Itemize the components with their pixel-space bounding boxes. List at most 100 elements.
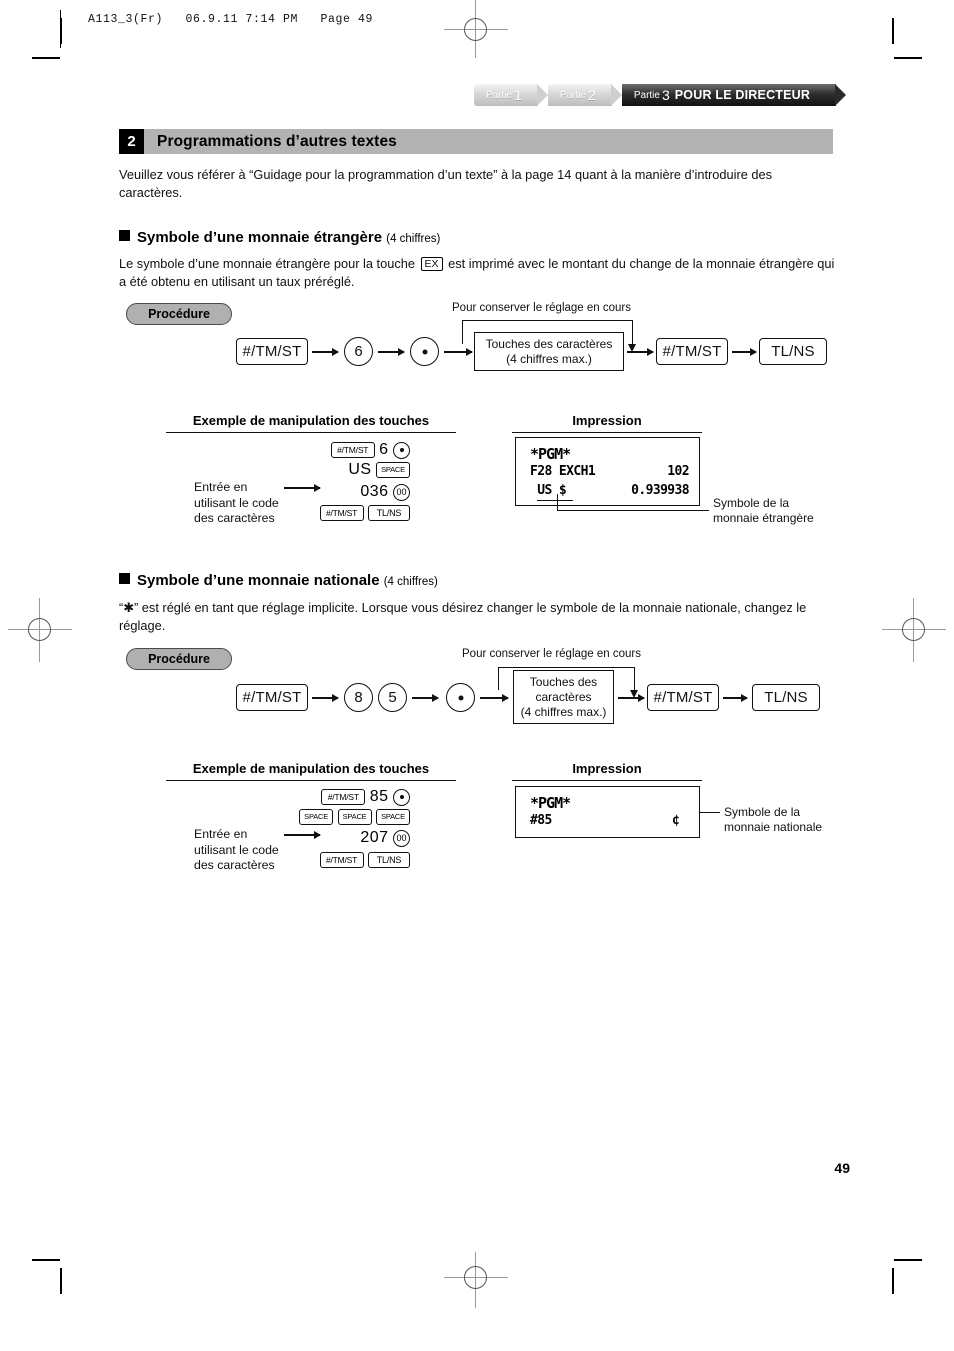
bypass-label-2: Pour conserver le réglage en cours bbox=[462, 648, 641, 660]
crop-mark-bottom-left-v bbox=[60, 1268, 62, 1294]
tab-partie-3-title: POUR LE DIRECTEUR bbox=[674, 88, 811, 102]
print-2-heading: Impression bbox=[572, 761, 642, 776]
registration-mark-top bbox=[444, 0, 508, 60]
crop-mark-bottom-right-v bbox=[892, 1268, 894, 1294]
flow2-arrow-4 bbox=[618, 697, 644, 699]
example-2-rule bbox=[166, 780, 456, 782]
crop-mark-bottom-right-h bbox=[894, 1259, 922, 1261]
callout-2-line-h bbox=[700, 812, 720, 814]
bullet-square-icon bbox=[119, 230, 130, 241]
flow2-arrow-5 bbox=[723, 697, 747, 699]
flow2-arrow-3 bbox=[480, 697, 508, 699]
example-2-code: 85 bbox=[369, 788, 389, 805]
part-tabs: Partie 1 Partie 2 Partie 3 POUR LE DIREC… bbox=[474, 84, 847, 106]
registration-mark-left bbox=[8, 598, 72, 662]
ex-key-icon: EX bbox=[420, 257, 443, 271]
flow2-arrow-2 bbox=[412, 697, 438, 699]
flow1-key-tmst-2[interactable]: #/TM/ST bbox=[656, 338, 728, 365]
section-number-badge: 2 bbox=[119, 129, 144, 154]
tab-partie-2-number: 2 bbox=[588, 87, 596, 103]
receipt-1-symbol-underline bbox=[537, 500, 573, 502]
subsection-1-heading: Symbole d’une monnaie étrangère (4 chiff… bbox=[119, 229, 440, 246]
flow2-arrow-1 bbox=[312, 697, 338, 699]
tab-partie-2-label: Partie bbox=[559, 89, 587, 101]
callout-1-label: Symbole de la monnaie étrangère bbox=[713, 496, 814, 525]
subsection-1-body: Le symbole d’une monnaie étrangère pour … bbox=[119, 255, 835, 290]
example-1-chars: US bbox=[348, 461, 372, 478]
flow1-charbox-line-2: (4 chiffres max.) bbox=[506, 351, 592, 366]
example-1-code: 6 bbox=[379, 441, 389, 458]
subsection-2-title: Symbole d’une monnaie nationale bbox=[137, 572, 380, 589]
procedure-pill-1: Procédure bbox=[126, 303, 232, 325]
crop-mark-top-right-v bbox=[892, 18, 894, 44]
receipt-1-line-2: F28 EXCH1 102 bbox=[530, 464, 690, 479]
print-1-heading: Impression bbox=[572, 413, 642, 428]
keycap-tmst[interactable]: #/TM/ST bbox=[330, 442, 375, 458]
tab-partie-3[interactable]: Partie 3 POUR LE DIRECTEUR bbox=[621, 84, 847, 106]
keycap-tmst-2[interactable]: #/TM/ST bbox=[319, 504, 364, 521]
keycap-tmst-4[interactable]: #/TM/ST bbox=[319, 851, 364, 868]
file-header: A113_3(Fr) 06.9.11 7:14 PM Page 49 bbox=[88, 13, 374, 26]
receipt-1-line-1: *PGM* bbox=[530, 445, 571, 463]
print-1-rule bbox=[512, 432, 702, 434]
flow1-key-6[interactable]: 6 bbox=[344, 337, 373, 366]
example-2-note: Entrée en utilisant le code des caractèr… bbox=[194, 827, 279, 872]
subsection-1-title: Symbole d’une monnaie étrangère bbox=[137, 229, 383, 246]
tab-partie-1[interactable]: Partie 1 bbox=[474, 84, 548, 106]
flow2-charbox-line-1: Touches des bbox=[529, 674, 598, 689]
keycap-dot[interactable] bbox=[393, 441, 410, 459]
flow1-key-tlns[interactable]: TL/NS bbox=[759, 338, 827, 365]
flow2-key-tmst-2[interactable]: #/TM/ST bbox=[647, 684, 719, 711]
subsection-1-qty: (4 chiffres) bbox=[386, 233, 441, 245]
crop-mark-top-left-h bbox=[32, 57, 60, 59]
tab-partie-1-label: Partie bbox=[486, 89, 513, 101]
receipt-2-line-2: #85 bbox=[530, 813, 552, 828]
flow1-arrow-3 bbox=[444, 351, 472, 353]
keycap-space-1[interactable]: SPACE bbox=[299, 808, 334, 825]
flow1-arrow-5 bbox=[732, 351, 756, 353]
keycap-space-3[interactable]: SPACE bbox=[376, 808, 410, 825]
flow2-key-8[interactable]: 8 bbox=[344, 683, 373, 712]
receipt-1-line-3: US $ 0.939938 bbox=[530, 483, 689, 498]
page-number: 49 bbox=[834, 1160, 850, 1176]
keycap-space[interactable]: SPACE bbox=[376, 462, 410, 478]
flow2-key-5[interactable]: 5 bbox=[378, 683, 407, 712]
keycap-space-2[interactable]: SPACE bbox=[337, 808, 372, 825]
registration-mark-bottom bbox=[444, 1248, 508, 1308]
example-1-rule bbox=[166, 432, 456, 434]
example-2-row-1: #/TM/ST 85 bbox=[246, 788, 410, 806]
keycap-double-zero-2[interactable]: 00 bbox=[393, 829, 410, 847]
callout-1-line-h bbox=[557, 510, 709, 512]
callout-2-label: Symbole de la monnaie nationale bbox=[724, 805, 823, 834]
flow1-arrow-4 bbox=[627, 351, 653, 353]
tab-partie-2[interactable]: Partie 2 bbox=[547, 84, 622, 106]
flow2-key-tlns[interactable]: TL/NS bbox=[752, 684, 820, 711]
registration-mark-right bbox=[882, 598, 946, 662]
example-1-note-arrow bbox=[284, 487, 320, 489]
tab-partie-3-label: Partie bbox=[633, 89, 660, 101]
keycap-tlns-2[interactable]: TL/NS bbox=[368, 851, 410, 868]
flow1-key-tmst-1[interactable]: #/TM/ST bbox=[236, 338, 308, 365]
flow2-key-tmst-1[interactable]: #/TM/ST bbox=[236, 684, 308, 711]
procedure-pill-2: Procédure bbox=[126, 648, 232, 670]
flow2-key-dot[interactable] bbox=[446, 683, 475, 712]
flow1-arrow-1 bbox=[312, 351, 338, 353]
subsection-2-body: “✱” est réglé en tant que réglage implic… bbox=[119, 600, 807, 633]
bullet-square-icon-2 bbox=[119, 573, 130, 584]
example-1-charcode: 036 bbox=[360, 483, 389, 500]
subsection-1-body-before: Le symbole d’une monnaie étrangère pour … bbox=[119, 256, 415, 271]
keycap-tlns[interactable]: TL/NS bbox=[368, 504, 410, 521]
receipt-2: *PGM* #85 ¢ bbox=[515, 786, 700, 838]
flow1-arrow-2 bbox=[378, 351, 404, 353]
example-1-note: Entrée en utilisant le code des caractèr… bbox=[194, 480, 279, 525]
flow2-charbox-line-2: caractères bbox=[535, 689, 592, 704]
section-title: Programmations d’autres textes bbox=[157, 133, 397, 150]
subsection-2-qty: (4 chiffres) bbox=[383, 576, 438, 588]
example-1-row-2: US SPACE bbox=[246, 461, 410, 479]
keycap-tmst-3[interactable]: #/TM/ST bbox=[321, 789, 366, 805]
keycap-double-zero[interactable]: 00 bbox=[393, 483, 410, 501]
trim-rule-left bbox=[60, 10, 61, 48]
receipt-2-currency-symbol: ¢ bbox=[672, 813, 680, 828]
flow1-key-dot[interactable] bbox=[410, 337, 439, 366]
keycap-dot-2[interactable] bbox=[393, 788, 410, 806]
